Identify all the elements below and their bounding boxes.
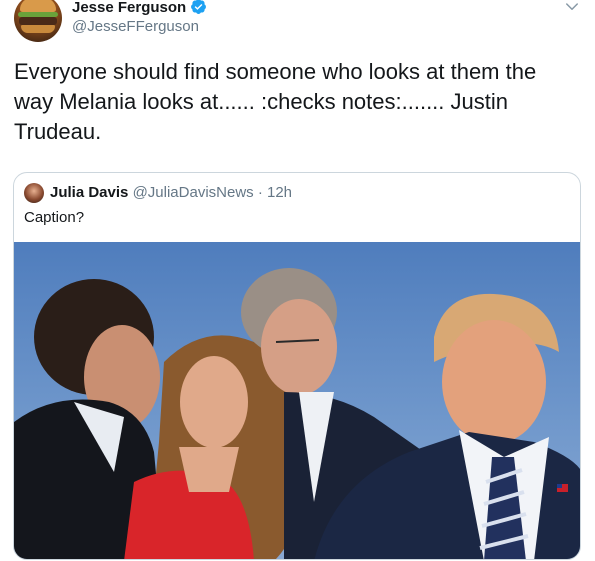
tweet-text: Everyone should find someone who looks a… — [14, 59, 537, 144]
author-avatar[interactable] — [14, 0, 62, 42]
photo-illustration — [14, 268, 580, 559]
burger-bottom-shape — [21, 25, 55, 33]
middle-man-face — [261, 299, 337, 395]
chevron-down-icon[interactable] — [563, 0, 581, 16]
burger-bun-shape — [20, 0, 56, 12]
author-name[interactable]: Jesse Ferguson — [72, 0, 186, 16]
author-handle[interactable]: @JesseFFerguson — [72, 18, 199, 35]
right-man-face — [442, 320, 546, 444]
woman-neck — [179, 447, 239, 492]
author-name-row[interactable]: Jesse Ferguson — [72, 0, 207, 16]
quoted-author-handle: @JuliaDavisNews — [132, 184, 254, 201]
quoted-author-name: Julia Davis — [50, 184, 129, 201]
separator-dot: · — [257, 184, 263, 201]
burger-patty-shape — [19, 17, 57, 25]
quoted-tweet-text: Caption? — [24, 209, 85, 226]
quoted-tweet-photo[interactable] — [14, 242, 580, 559]
quoted-author-avatar — [24, 183, 44, 203]
quoted-tweet-card[interactable]: Julia Davis @JuliaDavisNews · 12h Captio… — [13, 172, 581, 560]
quoted-tweet-time: 12h — [267, 184, 293, 201]
woman-face — [180, 356, 248, 448]
flag-pin-canton — [557, 484, 562, 488]
quoted-tweet-header: Julia Davis @JuliaDavisNews · 12h — [50, 184, 292, 201]
verified-badge-icon — [191, 0, 207, 14]
